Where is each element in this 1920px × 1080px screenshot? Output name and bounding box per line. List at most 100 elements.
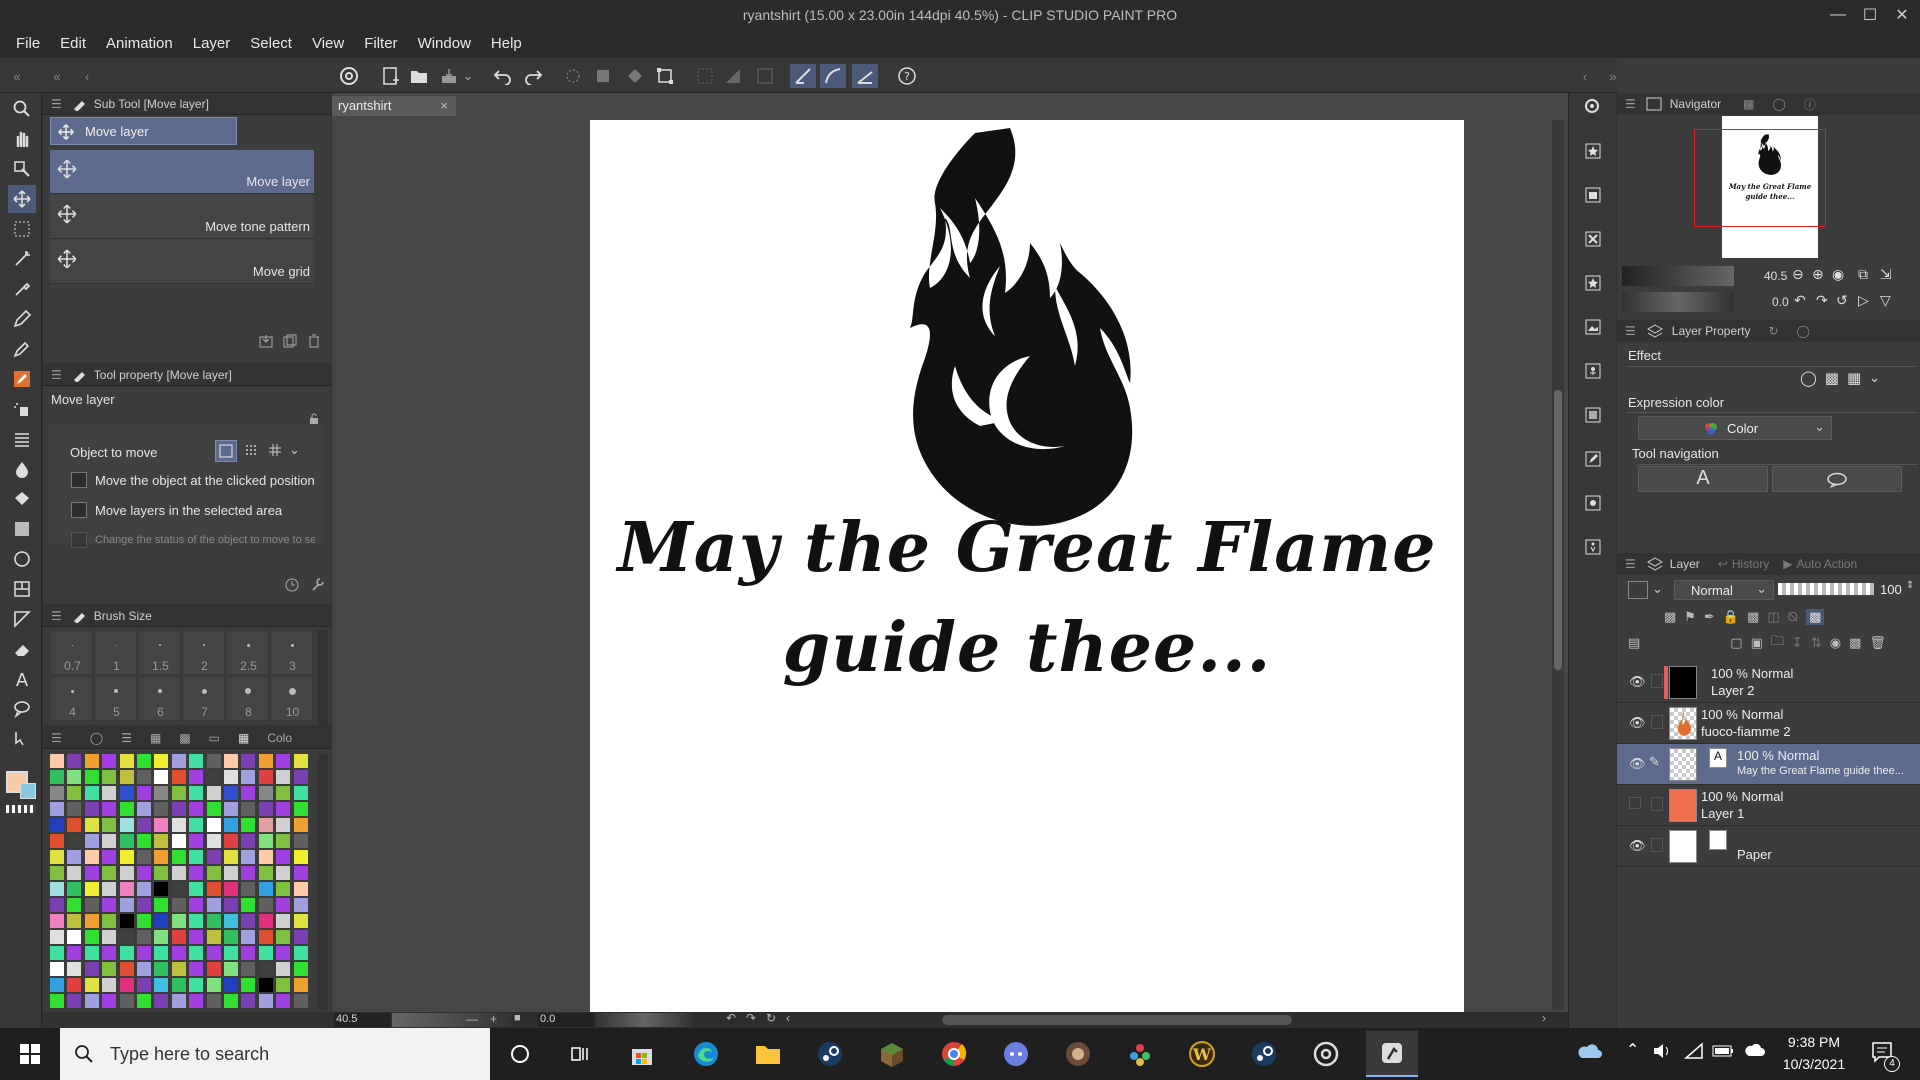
hidden-eye-slot[interactable]	[1629, 797, 1641, 809]
flip-vertical-icon[interactable]: ▽	[1880, 292, 1891, 309]
color-swatch[interactable]	[293, 770, 308, 784]
color-swatch[interactable]	[293, 786, 308, 800]
color-swatch[interactable]	[102, 914, 117, 928]
material-folder-icon[interactable]	[1579, 181, 1607, 209]
transfer-down-icon[interactable]: ↧	[1792, 635, 1803, 651]
document-tab[interactable]: ryantshirt ×	[332, 96, 456, 116]
color-swatch[interactable]	[293, 866, 308, 880]
brush-size-preset[interactable]: 7	[182, 676, 225, 721]
horizontal-scroll-thumb[interactable]	[942, 1015, 1292, 1025]
color-swatch[interactable]	[119, 786, 134, 800]
game-app-icon[interactable]	[1058, 1034, 1098, 1074]
close-tab-icon[interactable]: ×	[440, 96, 448, 116]
color-swatch[interactable]	[276, 994, 291, 1008]
brush-size-preset[interactable]: 3	[270, 630, 313, 675]
color-swatch[interactable]	[276, 898, 291, 912]
color-swatch[interactable]	[154, 770, 169, 784]
close-button[interactable]: ✕	[1888, 0, 1916, 30]
color-swatch[interactable]	[119, 770, 134, 784]
rotate-field[interactable]: 0.0	[538, 1013, 594, 1027]
layer-row[interactable]: 👁 Paper	[1617, 826, 1920, 867]
color-set-tab-icon[interactable]: ▦	[238, 731, 249, 745]
color-swatch[interactable]	[154, 930, 169, 944]
layer-lock-slot[interactable]	[1651, 797, 1663, 811]
color-swatch[interactable]	[119, 946, 134, 960]
transparent-color-swatch[interactable]	[6, 805, 36, 813]
color-swatch[interactable]	[137, 994, 151, 1008]
color-swatch[interactable]	[241, 994, 256, 1008]
color-swatch[interactable]	[102, 882, 117, 896]
weather-cloud-icon[interactable]	[1744, 1042, 1766, 1058]
menu-help[interactable]: Help	[481, 30, 532, 58]
navigator-zoom-slider[interactable]	[1622, 266, 1734, 286]
text-tool-nav-button[interactable]: A	[1638, 466, 1768, 492]
color-swatch[interactable]	[119, 914, 134, 928]
color-swatch[interactable]	[119, 898, 134, 912]
color-swatch[interactable]	[258, 770, 273, 784]
sub-color-swatch[interactable]	[20, 783, 36, 799]
color-swatch[interactable]	[189, 866, 204, 880]
color-swatch[interactable]	[241, 978, 256, 992]
color-swatch[interactable]	[293, 850, 308, 864]
material-camera-icon[interactable]	[1579, 489, 1607, 517]
color-swatch[interactable]	[137, 978, 151, 992]
eraser-tool-icon[interactable]	[8, 635, 36, 663]
clip-studio-paint-icon[interactable]	[1366, 1031, 1418, 1077]
paper[interactable]: May the Great Flame guide thee...	[590, 120, 1464, 1012]
object-grid-toggle[interactable]	[265, 440, 287, 462]
color-history-tab-icon[interactable]: ▭	[209, 731, 220, 745]
combine-layer-icon[interactable]: ⇅	[1811, 635, 1822, 651]
color-swatch[interactable]	[276, 946, 291, 960]
color-swatch[interactable]	[206, 962, 221, 976]
lock-transparency-icon[interactable]: ▩	[1747, 609, 1759, 625]
brush-tool-icon[interactable]	[8, 365, 36, 393]
color-swatch[interactable]	[258, 994, 273, 1008]
color-swatch[interactable]	[241, 802, 256, 816]
color-swatch[interactable]	[258, 754, 273, 768]
color-swatch[interactable]	[241, 914, 256, 928]
color-swatch[interactable]	[171, 978, 186, 992]
new-raster-layer-icon[interactable]: ▢	[1730, 635, 1742, 651]
layer-color-swatch[interactable]	[1628, 581, 1648, 599]
color-swatch[interactable]	[50, 898, 64, 912]
magnifier-tool-icon[interactable]	[8, 95, 36, 123]
color-swatch[interactable]	[206, 834, 221, 848]
color-swatch[interactable]	[67, 978, 82, 992]
color-swatch[interactable]	[276, 850, 291, 864]
color-swatch[interactable]	[189, 770, 204, 784]
color-swatch[interactable]	[119, 802, 134, 816]
color-swatch[interactable]	[276, 802, 291, 816]
material-star-icon[interactable]	[1579, 137, 1607, 165]
color-swatch[interactable]	[137, 914, 151, 928]
color-swatch[interactable]	[293, 914, 308, 928]
discord-icon[interactable]	[996, 1034, 1036, 1074]
color-swatch[interactable]	[50, 818, 64, 832]
blend-mode-select[interactable]: Normal ⌄	[1674, 580, 1774, 600]
approximate-color-tab-icon[interactable]: ▩	[179, 731, 190, 745]
edge-icon[interactable]	[686, 1034, 726, 1074]
color-swatch[interactable]	[102, 834, 117, 848]
color-swatch[interactable]	[84, 914, 99, 928]
expression-color-select[interactable]: Color ⌄	[1638, 416, 1832, 440]
new-folder-icon[interactable]: 🗀	[1771, 632, 1784, 654]
color-swatch[interactable]	[67, 802, 82, 816]
brush-size-preset[interactable]: 4	[50, 676, 93, 721]
color-swatch[interactable]	[137, 930, 151, 944]
color-swatch[interactable]	[67, 834, 82, 848]
color-swatch[interactable]	[50, 802, 64, 816]
color-swatch[interactable]	[50, 962, 64, 976]
color-swatch[interactable]	[154, 850, 169, 864]
color-swatch[interactable]	[241, 834, 256, 848]
color-swatch[interactable]	[241, 930, 256, 944]
color-swatch[interactable]	[137, 786, 151, 800]
color-swatch[interactable]	[276, 930, 291, 944]
brush-size-preset[interactable]: 1.5	[138, 630, 181, 675]
subtool-group-tab[interactable]: Move layer	[50, 117, 237, 145]
color-swatch[interactable]	[84, 818, 99, 832]
color-swatch[interactable]	[224, 962, 238, 976]
duplicate-subtool-icon[interactable]	[282, 333, 298, 349]
material-close-icon[interactable]	[1579, 225, 1607, 253]
decoration-tool-icon[interactable]	[8, 425, 36, 453]
material-favorite-icon[interactable]	[1579, 269, 1607, 297]
chevron-down-icon[interactable]: ⌄	[1652, 581, 1663, 597]
